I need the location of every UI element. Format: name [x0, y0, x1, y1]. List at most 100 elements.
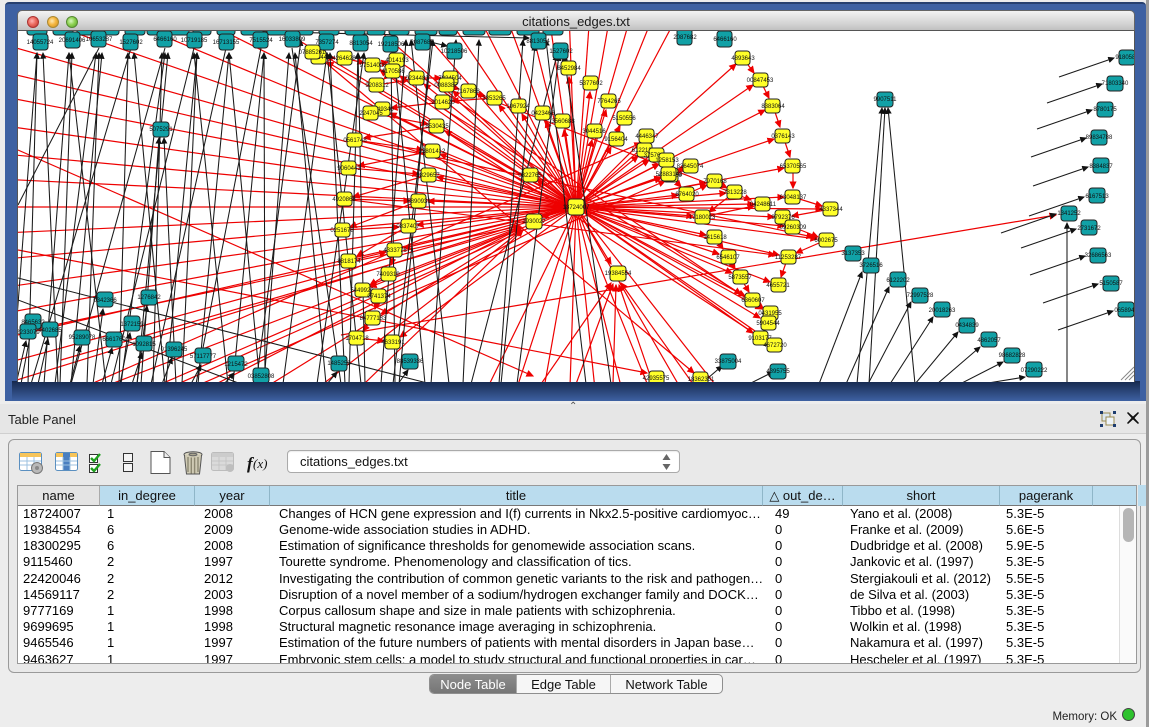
svg-text:0376143: 0376143 — [771, 134, 795, 140]
svg-text:6546107: 6546107 — [716, 255, 740, 261]
svg-text:1930027: 1930027 — [522, 219, 546, 225]
svg-text:6360607: 6360607 — [741, 298, 765, 304]
svg-text:03852808: 03852808 — [248, 374, 275, 380]
svg-text:5150587: 5150587 — [1099, 281, 1123, 287]
svg-text:7167868: 7167868 — [456, 89, 480, 95]
svg-text:8384837: 8384837 — [1089, 164, 1113, 170]
svg-text:5150556: 5150556 — [612, 116, 636, 122]
svg-text:33875004: 33875004 — [715, 359, 742, 365]
svg-text:0822765: 0822765 — [518, 173, 542, 179]
svg-text:0251678: 0251678 — [330, 228, 354, 234]
svg-text:4333776: 4333776 — [383, 248, 407, 254]
svg-text:0088387: 0088387 — [434, 83, 458, 89]
svg-text:1372159: 1372159 — [120, 322, 144, 328]
svg-text:1092815: 1092815 — [132, 342, 156, 348]
svg-text:2731672: 2731672 — [1077, 226, 1101, 232]
svg-text:2233079: 2233079 — [18, 330, 40, 336]
svg-text:1341252: 1341252 — [1057, 211, 1081, 217]
svg-text:1704718: 1704718 — [345, 336, 369, 342]
svg-text:16713155: 16713155 — [213, 40, 240, 46]
svg-text:5904544: 5904544 — [756, 321, 780, 327]
svg-text:18724007: 18724007 — [563, 205, 590, 211]
svg-text:52883143: 52883143 — [656, 172, 683, 178]
svg-text:7409319: 7409319 — [376, 272, 400, 278]
svg-text:6661760: 6661760 — [102, 337, 126, 343]
svg-text:10218506: 10218506 — [441, 49, 468, 55]
svg-text:4893643: 4893643 — [731, 56, 755, 62]
svg-text:4014193: 4014193 — [385, 58, 409, 64]
svg-text:72997528: 72997528 — [907, 293, 934, 299]
svg-text:9180588: 9180588 — [1115, 55, 1135, 61]
svg-text:5377602: 5377602 — [579, 81, 603, 87]
svg-text:88539336: 88539336 — [397, 359, 424, 365]
svg-text:2087682: 2087682 — [410, 40, 434, 46]
svg-text:07885261: 07885261 — [299, 50, 326, 56]
svg-text:0423468: 0423468 — [531, 111, 555, 117]
svg-text:10719185: 10719185 — [181, 38, 208, 44]
svg-text:33801412: 33801412 — [419, 149, 446, 155]
svg-text:6466160: 6466160 — [713, 37, 737, 43]
svg-text:19218506: 19218506 — [378, 42, 405, 48]
svg-text:3137353: 3137353 — [841, 251, 865, 257]
svg-text:0658948: 0658948 — [1114, 308, 1135, 314]
svg-text:2014620: 2014620 — [431, 100, 455, 106]
svg-text:3560688: 3560688 — [551, 119, 575, 125]
svg-text:8452984: 8452984 — [557, 66, 581, 72]
svg-text:7313228: 7313228 — [723, 190, 747, 196]
svg-text:95289078: 95289078 — [69, 335, 96, 341]
svg-text:9907511: 9907511 — [874, 97, 898, 103]
svg-text:2247045: 2247045 — [359, 111, 383, 117]
svg-text:8813054: 8813054 — [526, 39, 550, 45]
svg-text:89834788: 89834788 — [1086, 135, 1113, 141]
svg-text:0741374: 0741374 — [367, 294, 391, 300]
svg-text:9156404: 9156404 — [604, 137, 628, 143]
svg-text:9208312: 9208312 — [365, 83, 389, 89]
svg-text:4633191: 4633191 — [381, 340, 405, 346]
svg-text:14055724: 14055724 — [27, 40, 54, 46]
svg-text:16033809: 16033809 — [279, 37, 306, 43]
svg-text:0561748: 0561748 — [343, 138, 367, 144]
svg-text:8813054: 8813054 — [349, 41, 373, 47]
svg-text:17180023: 17180023 — [689, 215, 716, 221]
svg-text:4672720: 4672720 — [763, 343, 787, 349]
svg-text:1415618: 1415618 — [703, 235, 727, 241]
svg-text:5075291: 5075291 — [149, 127, 173, 133]
svg-text:4446347: 4446347 — [635, 134, 659, 140]
svg-text:2087682: 2087682 — [673, 35, 697, 41]
svg-text:7515524: 7515524 — [249, 38, 273, 44]
svg-text:8818174: 8818174 — [337, 259, 361, 265]
svg-text:20018263: 20018263 — [929, 308, 956, 314]
svg-text:10653287: 10653287 — [86, 37, 113, 43]
svg-text:4402685: 4402685 — [38, 328, 62, 334]
svg-text:1276842: 1276842 — [137, 295, 161, 301]
svg-text:32686563: 32686563 — [1085, 253, 1112, 259]
svg-text:3726516: 3726516 — [859, 263, 883, 269]
svg-text:20691406: 20691406 — [59, 38, 86, 44]
svg-text:84777183: 84777183 — [360, 316, 387, 322]
svg-text:11253287: 11253287 — [775, 255, 802, 261]
svg-text:(x): (x) — [253, 456, 267, 471]
svg-text:1067924: 1067924 — [506, 104, 530, 110]
svg-text:65370565: 65370565 — [780, 164, 807, 170]
svg-text:0342366: 0342366 — [93, 298, 117, 304]
svg-text:4170586: 4170586 — [381, 69, 405, 75]
svg-text:19384554: 19384554 — [605, 271, 632, 277]
svg-text:6122202: 6122202 — [886, 278, 910, 284]
svg-text:9829657: 9829657 — [416, 173, 440, 179]
svg-text:4655721: 4655721 — [766, 283, 790, 289]
svg-text:63048137: 63048137 — [780, 195, 807, 201]
svg-text:09260309: 09260309 — [780, 225, 807, 231]
svg-text:4395755: 4395755 — [766, 369, 790, 375]
svg-text:8890931: 8890931 — [407, 199, 431, 205]
svg-text:6002675: 6002675 — [814, 238, 838, 244]
svg-text:00847453: 00847453 — [747, 78, 774, 84]
svg-text:04248611: 04248611 — [750, 202, 777, 208]
svg-text:8383064: 8383064 — [761, 104, 785, 110]
svg-text:3353265: 3353265 — [482, 96, 506, 102]
svg-text:18362361: 18362361 — [688, 377, 715, 382]
svg-text:7764265: 7764265 — [597, 99, 621, 105]
svg-text:8780175: 8780175 — [1093, 107, 1117, 113]
svg-text:5873557: 5873557 — [728, 275, 752, 281]
svg-text:6764020: 6764020 — [675, 192, 699, 198]
svg-text:01396245: 01396245 — [161, 347, 188, 353]
